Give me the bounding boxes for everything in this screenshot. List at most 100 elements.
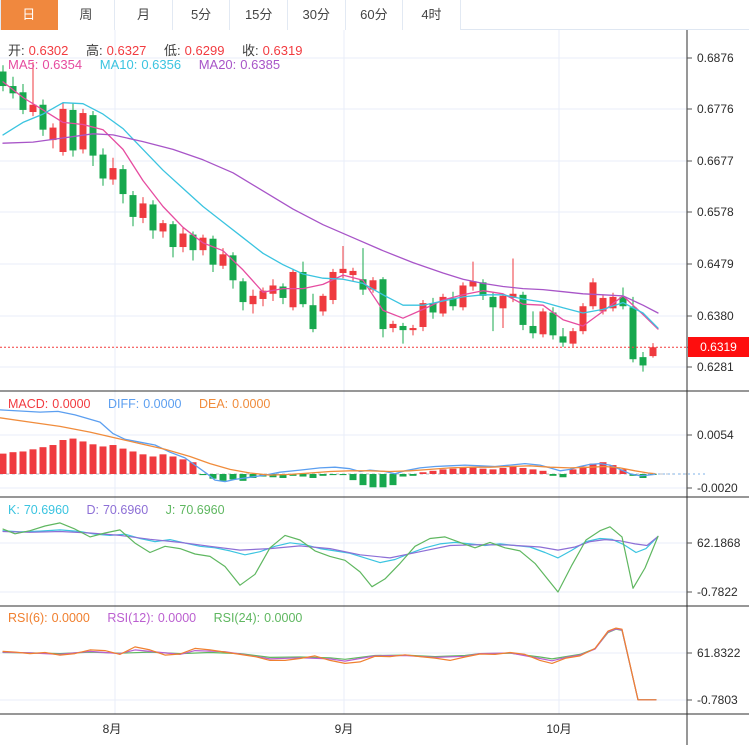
ma20-label: MA20: (198, 57, 237, 72)
rsi24-label: RSI(24): (213, 611, 261, 625)
kdj-legend: K: 70.6960 D: 70.6960 J: 70.6960 (8, 503, 229, 517)
candle-body (169, 224, 177, 248)
macd-histogram-bar (199, 474, 207, 476)
ma-legend: MA5: 0.6354 MA10: 0.6356 MA20: 0.6385 (8, 57, 284, 72)
macd-histogram-bar (529, 469, 537, 474)
kdj-d-line (2, 530, 659, 559)
candle-body (179, 233, 187, 248)
macd-histogram-bar (469, 467, 477, 474)
candle-body (409, 328, 417, 331)
candle-body (639, 357, 647, 366)
macd-histogram-bar (139, 454, 147, 474)
candle-body (159, 223, 167, 232)
ma5-label: MA5: (8, 57, 39, 72)
candle-body (379, 279, 387, 330)
macd-value: 0.0000 (52, 397, 91, 411)
macd-legend: MACD: 0.0000 DIFF: 0.0000 DEA: 0.0000 (8, 397, 274, 411)
candle-body (529, 325, 537, 334)
macd-histogram-bar (299, 474, 307, 477)
open-label: 开: (8, 43, 25, 58)
candle-body (249, 295, 257, 305)
diff-value: 0.0000 (143, 397, 182, 411)
candle-body (319, 295, 327, 312)
y-axis-label: 0.6380 (697, 309, 734, 323)
y-axis-label: 0.6876 (697, 51, 734, 65)
y-axis-label: 0.0054 (697, 428, 734, 442)
candle-body (549, 312, 557, 336)
macd-histogram-bar (19, 451, 27, 474)
macd-histogram-bar (549, 474, 557, 476)
rsi24-line (2, 628, 657, 701)
rsi6-value: 0.0000 (51, 611, 90, 625)
candle-body (569, 331, 577, 344)
y-axis-label: -0.7822 (697, 585, 738, 599)
candle-body (109, 168, 117, 180)
macd-histogram-bar (9, 452, 17, 474)
candle-body (289, 271, 297, 308)
rsi-legend: RSI(6): 0.0000 RSI(12): 0.0000 RSI(24): 0.0… (8, 611, 306, 625)
candle-body (399, 325, 407, 331)
k-label: K: (8, 503, 20, 517)
chart-canvas[interactable] (0, 0, 749, 745)
dea-value: 0.0000 (232, 397, 271, 411)
y-axis-label: 0.6677 (697, 154, 734, 168)
ma10-label: MA10: (99, 57, 138, 72)
macd-histogram-bar (329, 474, 337, 476)
open-value: 0.6302 (28, 43, 69, 58)
high-label: 高: (86, 43, 103, 58)
close-value: 0.6319 (262, 43, 303, 58)
candle-body (559, 336, 567, 343)
macd-histogram-bar (349, 474, 357, 481)
macd-histogram-bar (339, 474, 347, 476)
macd-diff-line (0, 409, 656, 483)
candle-body (69, 109, 77, 151)
macd-histogram-bar (459, 467, 467, 474)
high-value: 0.6327 (106, 43, 147, 58)
macd-histogram-bar (489, 469, 497, 474)
macd-histogram-bar (109, 445, 117, 474)
candle-body (629, 307, 637, 360)
macd-histogram-bar (39, 447, 47, 474)
macd-histogram-bar (159, 454, 167, 474)
macd-histogram-bar (0, 453, 7, 474)
macd-histogram-bar (179, 459, 187, 474)
macd-histogram-bar (169, 456, 177, 474)
candle-body (99, 154, 107, 179)
candle-body (349, 270, 357, 276)
macd-histogram-bar (99, 446, 107, 474)
candle-body (219, 254, 227, 266)
diff-label: DIFF: (108, 397, 140, 411)
rsi6-line (2, 627, 657, 701)
last-price-tag: 0.6319 (688, 337, 749, 357)
candle-body (649, 347, 657, 357)
macd-label: MACD: (8, 397, 49, 411)
candle-body (139, 203, 147, 218)
macd-histogram-bar (219, 474, 227, 481)
candle-body (489, 296, 497, 308)
candle-body (419, 303, 427, 328)
y-axis-label: -0.7803 (697, 693, 738, 707)
low-value: 0.6299 (184, 43, 225, 58)
rsi12-value: 0.0000 (157, 611, 197, 625)
macd-histogram-bar (429, 470, 437, 474)
y-axis-label: 0.6776 (697, 102, 734, 116)
candle-body (239, 281, 247, 303)
y-axis-label: 0.6479 (697, 257, 734, 271)
k-value: 70.6960 (23, 503, 69, 517)
macd-histogram-bar (369, 474, 377, 488)
rsi12-line (2, 628, 657, 701)
candle-body (389, 323, 397, 329)
x-axis-month-label: 9月 (334, 722, 354, 736)
candle-body (129, 195, 137, 217)
j-value: 70.6960 (179, 503, 225, 517)
x-axis-month-label: 8月 (102, 722, 122, 736)
macd-histogram-bar (59, 440, 67, 474)
rsi12-label: RSI(12): (107, 611, 154, 625)
candle-body (209, 238, 217, 265)
dea-label: DEA: (198, 397, 229, 411)
macd-histogram-bar (119, 448, 127, 474)
macd-histogram-bar (49, 445, 57, 474)
y-axis-label: 62.1868 (697, 536, 741, 550)
candle-body (329, 271, 337, 301)
macd-histogram-bar (319, 474, 327, 476)
